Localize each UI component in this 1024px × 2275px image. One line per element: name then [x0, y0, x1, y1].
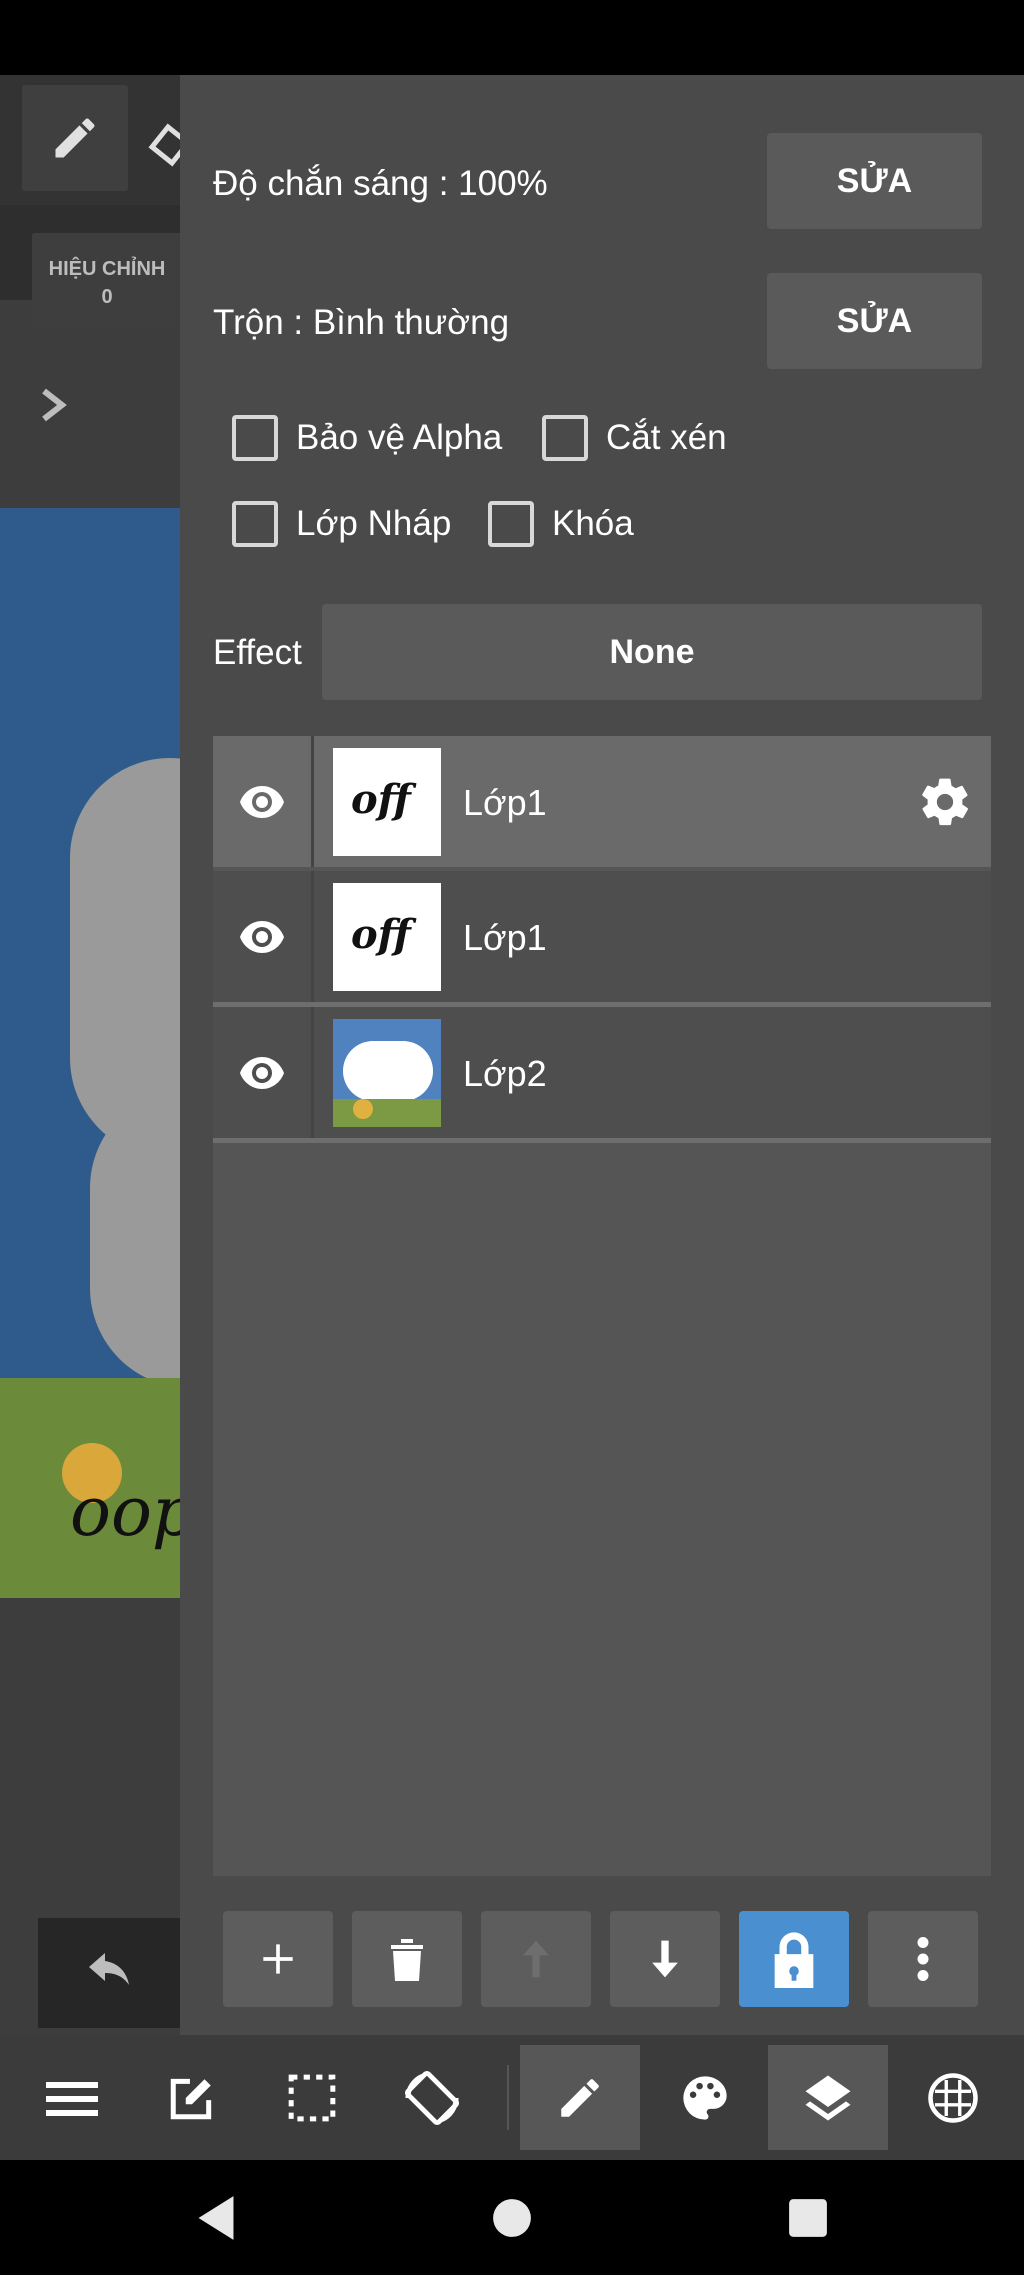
blend-label: Trộn : Bình thường: [213, 303, 510, 342]
layer-name: Lớp1: [463, 917, 547, 958]
palette-icon: [683, 2075, 727, 2120]
adjust-value: 0: [101, 286, 113, 308]
eye-icon: [240, 920, 284, 953]
layer-list[interactable]: off Lớp1 off Lớp1 Lớp2: [213, 736, 991, 1876]
pencil-icon: [55, 118, 95, 158]
layer-row[interactable]: off Lớp1: [213, 871, 991, 1002]
chevron-right-icon[interactable]: [38, 385, 68, 430]
layer-thumbnail: [333, 1019, 441, 1127]
recents-icon[interactable]: [778, 2188, 838, 2248]
delete-layer-button[interactable]: [352, 1911, 462, 2007]
lock-icon: [774, 1932, 814, 1988]
divider: [311, 871, 314, 1002]
divider: [311, 1007, 314, 1138]
layers-icon: [805, 2075, 851, 2120]
grid-circle-icon: [928, 2072, 978, 2123]
checkbox-label: Bảo vệ Alpha: [296, 418, 503, 457]
undo-icon: [89, 1953, 129, 1985]
bottom-toolbar: [0, 2035, 1024, 2160]
divider: [311, 736, 314, 867]
more-options-button[interactable]: [868, 1911, 978, 2007]
arrow-up-icon: [523, 1940, 549, 1978]
adjust-button[interactable]: HIỆU CHỈNH 0: [32, 233, 182, 328]
system-navigation-bar: [0, 2160, 1024, 2275]
trash-icon: [391, 1939, 423, 1981]
clipping-checkbox[interactable]: Cắt xén: [542, 415, 727, 461]
alpha-protect-checkbox[interactable]: Bảo vệ Alpha: [232, 415, 502, 461]
move-layer-up-button[interactable]: [481, 1911, 591, 2007]
brush-button[interactable]: [520, 2045, 640, 2150]
toolbar-separator: [507, 2065, 509, 2130]
eye-icon: [240, 785, 284, 818]
plus-icon: [263, 1944, 293, 1974]
pencil-tool-button[interactable]: [22, 85, 128, 191]
add-layer-button[interactable]: [223, 1911, 333, 2007]
arrow-down-icon: [652, 1940, 678, 1978]
checkbox-box[interactable]: [542, 415, 588, 461]
edit-opacity-button[interactable]: SỬA: [767, 133, 982, 229]
checkbox-box[interactable]: [232, 415, 278, 461]
thumbnail-grass: [333, 1099, 441, 1127]
thumbnail-text: off: [351, 911, 411, 958]
thumbnail-flower: [353, 1099, 373, 1119]
checkbox-box[interactable]: [488, 501, 534, 547]
visibility-toggle[interactable]: [213, 736, 311, 867]
layer-name: Lớp2: [463, 1053, 547, 1094]
visibility-toggle[interactable]: [213, 1007, 311, 1138]
status-bar: [0, 0, 1024, 75]
adjust-label: HIỆU CHỈNH: [48, 258, 166, 280]
rotate-icon: [404, 2070, 460, 2125]
layer-thumbnail: off: [333, 748, 441, 856]
layer-row[interactable]: off Lớp1: [213, 736, 991, 867]
lock-checkbox[interactable]: Khóa: [488, 501, 634, 547]
grid-settings-button[interactable]: [893, 2045, 1013, 2150]
thumbnail-text: off: [351, 776, 411, 823]
layer-row[interactable]: Lớp2: [213, 1007, 991, 1138]
effect-select-button[interactable]: None: [322, 604, 982, 700]
menu-icon: [46, 2081, 98, 2116]
selection-icon: [288, 2074, 336, 2121]
opacity-label: Độ chắn sáng : 100%: [213, 164, 548, 203]
layers-button[interactable]: [768, 2045, 888, 2150]
layer-panel: Độ chắn sáng : 100% SỬA Trộn : Bình thườ…: [180, 75, 1024, 2035]
canvas-artwork[interactable]: oop: [0, 508, 180, 1598]
back-icon[interactable]: [186, 2188, 246, 2248]
thumbnail-cloud: [343, 1041, 433, 1101]
edit-square-icon: [170, 2078, 212, 2119]
gear-icon[interactable]: [917, 774, 973, 835]
eye-icon: [240, 1056, 284, 1089]
layer-divider: [213, 1138, 991, 1143]
lock-layer-button[interactable]: [739, 1911, 849, 2007]
undo-button[interactable]: [38, 1918, 180, 2028]
rotate-canvas-button[interactable]: [372, 2045, 492, 2150]
selection-button[interactable]: [252, 2045, 372, 2150]
checkbox-label: Khóa: [552, 504, 634, 543]
edit-canvas-button[interactable]: [132, 2045, 252, 2150]
checkbox-label: Cắt xén: [606, 418, 727, 457]
layer-name: Lớp1: [463, 782, 547, 823]
move-layer-down-button[interactable]: [610, 1911, 720, 2007]
checkbox-box[interactable]: [232, 501, 278, 547]
checkbox-label: Lớp Nháp: [296, 504, 452, 543]
visibility-toggle[interactable]: [213, 871, 311, 1002]
menu-button[interactable]: [12, 2045, 132, 2150]
edit-blend-button[interactable]: SỬA: [767, 273, 982, 369]
draft-layer-checkbox[interactable]: Lớp Nháp: [232, 501, 451, 547]
pencil-icon: [561, 2078, 599, 2117]
layer-thumbnail: off: [333, 883, 441, 991]
home-icon[interactable]: [482, 2188, 542, 2248]
background-toolbar: [0, 75, 192, 205]
effect-label: Effect: [213, 633, 302, 672]
canvas-handwritten-text: oop: [70, 1473, 180, 1552]
more-vertical-icon: [917, 1937, 929, 1981]
color-palette-button[interactable]: [645, 2045, 765, 2150]
